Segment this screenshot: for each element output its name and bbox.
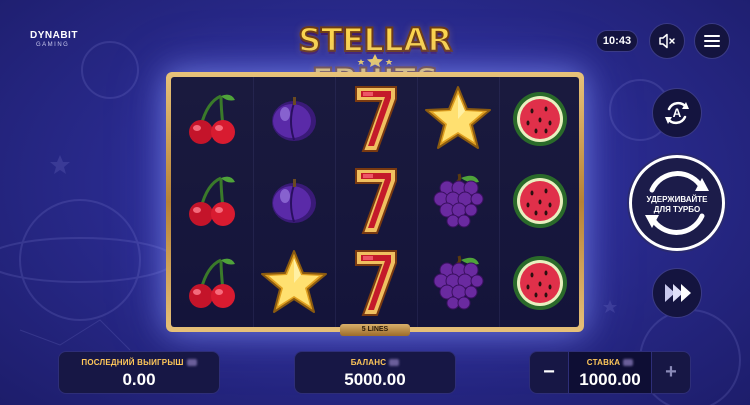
star-symbol [417, 78, 499, 160]
seven-icon [355, 168, 397, 234]
balance-panel: БАЛАНС 5000.00 [294, 351, 456, 394]
turbo-spin-button[interactable]: УДЕРЖИВАЙТЕ ДЛЯ ТУРБО [629, 155, 725, 251]
plum-symbol [253, 78, 335, 160]
watermelon-symbol [499, 78, 579, 160]
grapes-symbol [417, 160, 499, 242]
fast-forward-button[interactable] [652, 268, 702, 318]
last-win-label: ПОСЛЕДНИЙ ВЫИГРЫШ [59, 358, 219, 367]
watermelon-icon [513, 92, 567, 146]
stake-label: СТАВКА [569, 358, 651, 367]
menu-button[interactable] [694, 23, 730, 59]
balance-label: БАЛАНС [295, 358, 455, 367]
grapes-icon [433, 255, 484, 310]
brand-sub: GAMING [36, 42, 70, 48]
plum-icon [272, 97, 316, 141]
turbo-hint-line1: УДЕРЖИВАЙТЕ [646, 195, 708, 204]
star-icon [425, 86, 491, 149]
watermelon-symbol [499, 160, 579, 242]
seven-symbol [335, 160, 417, 242]
cherry-icon [189, 258, 235, 308]
autoplay-icon: A [665, 101, 689, 125]
last-win-panel: ПОСЛЕДНИЙ ВЫИГРЫШ 0.00 [58, 351, 220, 394]
hamburger-menu-icon [704, 35, 720, 47]
grapes-symbol [417, 242, 499, 324]
clock: 10:43 [596, 30, 638, 52]
cherry-symbol [171, 78, 253, 160]
lines-label: 5 LINES [340, 324, 410, 336]
balance-value: 5000.00 [344, 370, 406, 389]
cherry-icon [189, 94, 235, 144]
star-icon [261, 250, 327, 313]
turbo-hint-line2: ДЛЯ ТУРБО [653, 205, 701, 214]
seven-symbol [335, 78, 417, 160]
stake-panel: − СТАВКА 1000.00 + [529, 351, 691, 394]
brand-logo: DYNABIT GAMING [30, 30, 78, 49]
sound-toggle-button[interactable] [649, 23, 685, 59]
watermelon-symbol [499, 242, 579, 324]
cherry-symbol [171, 242, 253, 324]
cherry-symbol [171, 160, 253, 242]
watermelon-icon [513, 174, 567, 228]
svg-text:A: A [673, 106, 682, 120]
stake-increase-button[interactable]: + [652, 352, 690, 393]
cherry-icon [189, 176, 235, 226]
seven-icon [355, 86, 397, 152]
speaker-muted-icon [659, 33, 675, 49]
reel-grid [171, 77, 579, 327]
title-stars-icon [357, 54, 393, 67]
autoplay-button[interactable]: A [652, 88, 702, 138]
stake-display: СТАВКА 1000.00 [568, 352, 652, 393]
fast-forward-icon [665, 284, 691, 302]
turbo-hint-text: УДЕРЖИВАЙТЕ ДЛЯ ТУРБО [632, 195, 722, 215]
seven-symbol [335, 242, 417, 324]
watermelon-icon [513, 256, 567, 310]
plum-icon [272, 179, 316, 223]
last-win-value: 0.00 [122, 370, 156, 389]
stake-decrease-button[interactable]: − [530, 352, 568, 393]
seven-icon [355, 250, 397, 316]
reel-frame [166, 72, 584, 332]
stake-value: 1000.00 [579, 370, 641, 389]
brand-name: DYNABIT [30, 30, 78, 41]
grapes-icon [433, 173, 484, 228]
plum-symbol [253, 160, 335, 242]
star-symbol [253, 242, 335, 324]
